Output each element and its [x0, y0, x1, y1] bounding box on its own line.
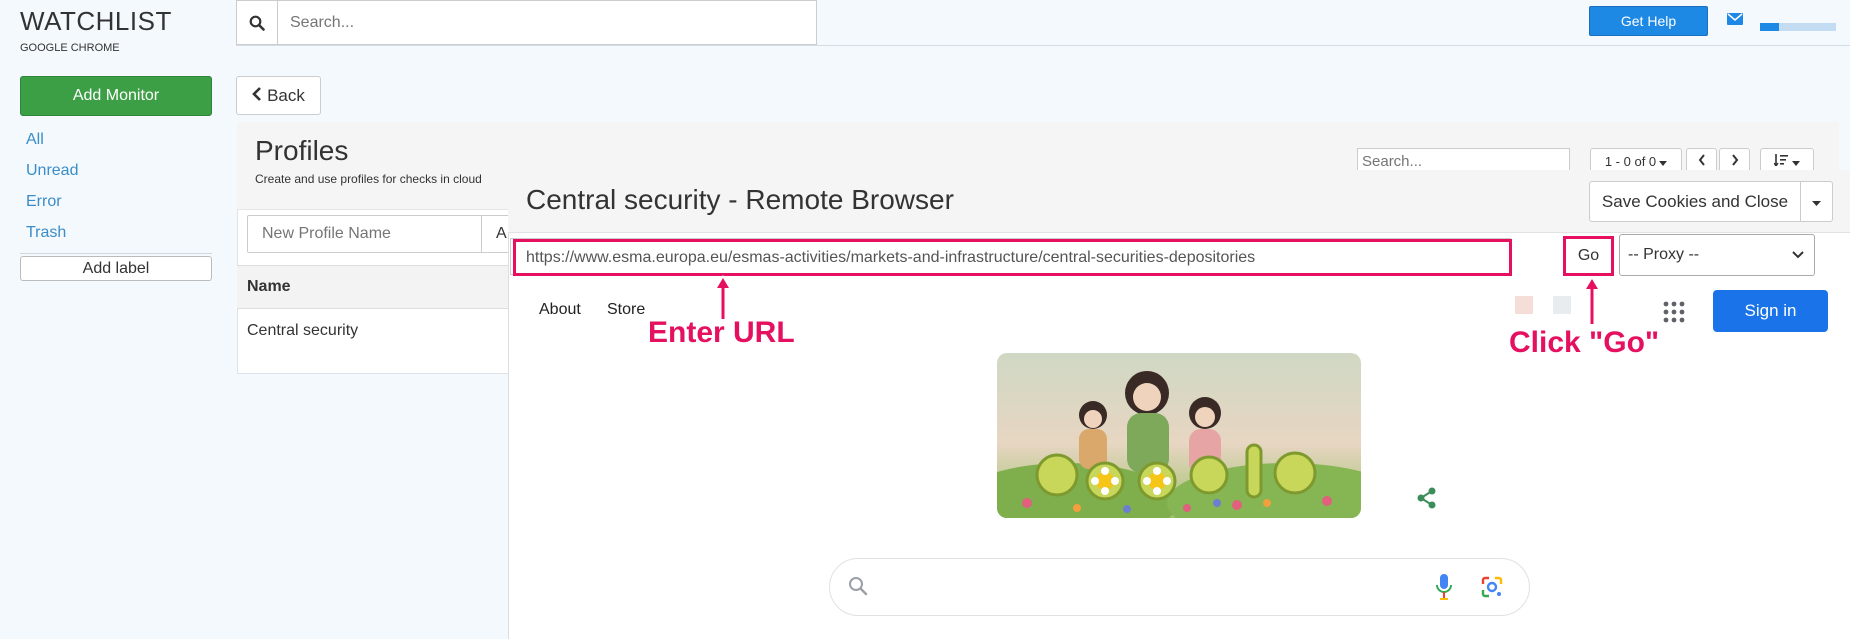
new-profile-name-input[interactable]: [247, 215, 482, 253]
profiles-title: Profiles: [255, 135, 349, 166]
google-search-box[interactable]: [829, 558, 1530, 616]
pager-text: 1 - 0 of 0: [1604, 154, 1657, 169]
annotation-arrow-up-icon: [714, 275, 732, 319]
app-subtitle: GOOGLE CHROME: [20, 42, 120, 54]
usage-progress-bar: [1760, 23, 1836, 31]
modal-title: Central security - Remote Browser: [526, 184, 954, 215]
chevron-right-icon: [1731, 154, 1739, 169]
placeholder-icon[interactable]: [1515, 296, 1533, 314]
sort-icon: [1773, 154, 1788, 169]
chevron-left-icon: [252, 86, 262, 106]
caret-down-icon: [1812, 193, 1821, 211]
google-lens-icon[interactable]: [1480, 575, 1504, 604]
sidebar-item-trash[interactable]: Trash: [26, 224, 66, 242]
sidebar-divider: [20, 253, 212, 254]
caret-down-icon: [1659, 154, 1668, 169]
app-title: WATCHLIST: [20, 6, 172, 36]
add-label-button[interactable]: Add label: [20, 256, 212, 281]
column-header-name[interactable]: Name: [247, 278, 291, 296]
add-monitor-button[interactable]: Add Monitor: [20, 76, 212, 116]
usage-progress-fill: [1760, 23, 1779, 31]
chevron-down-icon: [1792, 246, 1804, 264]
annotation-arrow-up-icon: [1583, 276, 1601, 324]
search-icon: [848, 576, 868, 601]
url-input[interactable]: https://www.esma.europa.eu/esmas-activit…: [513, 239, 1512, 276]
chevron-left-icon: [1698, 154, 1706, 169]
proxy-selected-value: -- Proxy --: [1628, 246, 1700, 263]
google-about-link[interactable]: About: [539, 301, 581, 319]
back-label: Back: [267, 85, 305, 105]
sidebar-item-all[interactable]: All: [26, 131, 44, 149]
sidebar-item-unread[interactable]: Unread: [26, 162, 78, 180]
profiles-description: Create and use profiles for checks in cl…: [255, 172, 482, 186]
share-icon[interactable]: [1416, 487, 1438, 509]
sidebar-item-error[interactable]: Error: [26, 193, 62, 211]
save-options-dropdown[interactable]: [1800, 181, 1833, 222]
annotation-click-go: Click "Go": [1509, 326, 1660, 359]
save-cookies-button[interactable]: Save Cookies and Close: [1589, 181, 1801, 222]
annotation-enter-url: Enter URL: [648, 316, 795, 349]
go-button[interactable]: Go: [1563, 236, 1614, 276]
microphone-icon[interactable]: [1436, 573, 1452, 606]
get-help-button[interactable]: Get Help: [1589, 6, 1708, 36]
table-row[interactable]: Central security: [247, 322, 358, 340]
google-store-link[interactable]: Store: [607, 301, 645, 319]
mail-icon[interactable]: [1727, 12, 1743, 25]
caret-down-icon: [1792, 154, 1800, 169]
apps-grid-icon[interactable]: [1662, 300, 1686, 324]
global-search-input[interactable]: [278, 1, 816, 44]
placeholder-icon[interactable]: [1553, 296, 1571, 314]
google-sign-in-button[interactable]: Sign in: [1713, 290, 1828, 332]
topbar-divider: [236, 45, 1850, 46]
google-doodle-image[interactable]: [997, 353, 1361, 518]
back-button[interactable]: Back: [236, 76, 321, 115]
proxy-select[interactable]: -- Proxy --: [1619, 234, 1815, 276]
search-icon[interactable]: [237, 1, 278, 44]
global-search: [236, 0, 817, 45]
